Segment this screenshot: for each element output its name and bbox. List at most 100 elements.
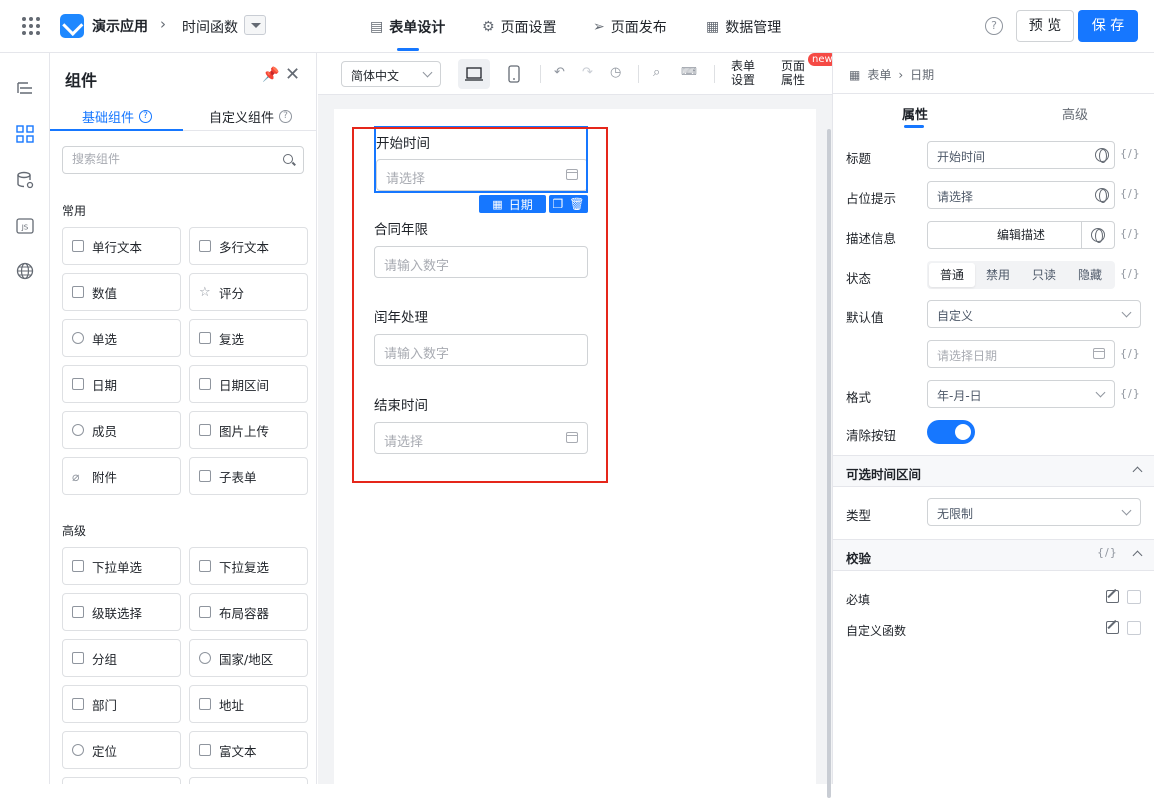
textarea-icon xyxy=(199,240,211,252)
search-icon[interactable]: ⌕ xyxy=(653,65,660,80)
title-input[interactable]: 开始时间 xyxy=(927,141,1115,169)
tab-custom-components[interactable]: 自定义组件? xyxy=(209,107,293,126)
globe-icon[interactable] xyxy=(1095,188,1109,203)
datasource-icon[interactable] xyxy=(15,170,35,190)
default-date-picker[interactable]: 请选择日期 xyxy=(927,340,1115,368)
columns-icon xyxy=(199,606,211,618)
component-department[interactable]: 部门 xyxy=(62,685,181,723)
edit-description-button[interactable]: 编辑描述 xyxy=(927,221,1115,249)
component-partial[interactable] xyxy=(62,777,181,784)
app-grid-icon[interactable] xyxy=(22,17,40,35)
help-icon: ? xyxy=(139,110,153,123)
component-rich-text[interactable]: 富文本 xyxy=(189,731,308,769)
redo-icon[interactable]: ↷ xyxy=(582,65,593,80)
pin-icon[interactable]: 📌 xyxy=(262,67,279,83)
form-settings-button[interactable]: 表单 设置 xyxy=(731,59,755,87)
placeholder-input[interactable]: 请选择 xyxy=(927,181,1115,209)
component-subform[interactable]: 子表单 xyxy=(189,457,308,495)
undo-icon[interactable]: ↶ xyxy=(554,65,565,80)
component-image-upload[interactable]: 图片上传 xyxy=(189,411,308,449)
outline-icon[interactable] xyxy=(15,79,35,99)
formula-icon[interactable]: {/} xyxy=(1120,147,1141,160)
component-search[interactable] xyxy=(62,146,304,174)
help-icon[interactable]: ? xyxy=(985,17,1003,35)
formula-icon[interactable]: {/} xyxy=(1120,387,1141,400)
mobile-view-button[interactable] xyxy=(498,59,530,89)
language-toggle[interactable] xyxy=(1081,222,1114,248)
page-dropdown-button[interactable] xyxy=(244,15,266,35)
page-name[interactable]: 时间函数 xyxy=(182,17,238,37)
subform-icon xyxy=(199,470,211,482)
component-number[interactable]: 数值 xyxy=(62,273,181,311)
type-select[interactable]: 无限制 xyxy=(927,498,1141,526)
component-single-line-text[interactable]: 单行文本 xyxy=(62,227,181,265)
component-group[interactable]: 分组 xyxy=(62,639,181,677)
tab-form-design[interactable]: ▤ 表单设计 xyxy=(370,17,445,37)
component-dropdown-single[interactable]: 下拉单选 xyxy=(62,547,181,585)
js-icon[interactable]: JS xyxy=(15,216,35,236)
state-normal[interactable]: 普通 xyxy=(929,263,975,287)
component-location[interactable]: 定位 xyxy=(62,731,181,769)
keyboard-icon[interactable]: ⌨ xyxy=(681,65,697,78)
components-icon[interactable] xyxy=(15,124,35,144)
formula-icon[interactable]: {/} xyxy=(1120,227,1141,240)
tab-data-management[interactable]: ▦ 数据管理 xyxy=(706,17,781,37)
custom-function-checkbox[interactable] xyxy=(1127,621,1141,635)
component-country-region[interactable]: 国家/地区 xyxy=(189,639,308,677)
tab-page-publish[interactable]: ➢ 页面发布 xyxy=(593,17,667,37)
component-search-input[interactable] xyxy=(72,152,272,166)
component-date-range[interactable]: 日期区间 xyxy=(189,365,308,403)
component-cascader[interactable]: 级联选择 xyxy=(62,593,181,631)
component-layout-container[interactable]: 布局容器 xyxy=(189,593,308,631)
formula-icon[interactable]: {/} xyxy=(1120,187,1141,200)
component-rating[interactable]: ☆ 评分 xyxy=(189,273,308,311)
edit-icon[interactable] xyxy=(1106,590,1119,603)
map-icon xyxy=(199,698,211,710)
desktop-view-button[interactable] xyxy=(458,59,490,89)
toolbar-divider xyxy=(638,65,639,83)
active-tab-indicator xyxy=(50,129,183,131)
state-hidden[interactable]: 隐藏 xyxy=(1067,263,1113,287)
globe-icon[interactable] xyxy=(15,261,35,281)
page-properties-button[interactable]: 页面 属性 xyxy=(781,59,805,87)
component-partial[interactable] xyxy=(189,777,308,784)
chevron-up-icon xyxy=(1132,550,1143,561)
history-icon[interactable]: ◷ xyxy=(610,65,621,80)
tab-basic-components[interactable]: 基础组件? xyxy=(82,107,153,126)
preview-button[interactable]: 预 览 xyxy=(1016,10,1074,42)
formula-icon[interactable]: {/} xyxy=(1120,347,1141,360)
component-address[interactable]: 地址 xyxy=(189,685,308,723)
tab-page-settings[interactable]: ⚙ 页面设置 xyxy=(482,17,557,37)
divider xyxy=(833,93,1154,94)
clear-button-toggle[interactable] xyxy=(927,420,975,444)
component-date[interactable]: 日期 xyxy=(62,365,181,403)
tab-properties[interactable]: 属性 xyxy=(902,104,928,123)
save-button[interactable]: 保 存 xyxy=(1078,10,1138,42)
formula-icon[interactable]: {/} xyxy=(1120,267,1141,280)
component-radio[interactable]: 单选 xyxy=(62,319,181,357)
language-select[interactable]: 简体中文 xyxy=(341,61,441,87)
help-icon: ? xyxy=(279,110,293,123)
edit-icon[interactable] xyxy=(1106,621,1119,634)
formula-icon[interactable]: {/} xyxy=(1097,546,1118,559)
default-value-select[interactable]: 自定义 xyxy=(927,300,1141,328)
earth-icon xyxy=(199,652,211,664)
component-dropdown-multi[interactable]: 下拉复选 xyxy=(189,547,308,585)
state-readonly[interactable]: 只读 xyxy=(1021,263,1067,287)
range-section-header[interactable]: 可选时间区间 xyxy=(833,455,1154,487)
required-checkbox[interactable] xyxy=(1127,590,1141,604)
component-member[interactable]: 成员 xyxy=(62,411,181,449)
number-icon xyxy=(72,286,84,298)
close-icon[interactable]: ✕ xyxy=(285,64,300,85)
highlight-annotation-box xyxy=(352,127,608,483)
format-select[interactable]: 年-月-日 xyxy=(927,380,1115,408)
globe-icon[interactable] xyxy=(1095,148,1109,163)
canvas-scrollbar[interactable] xyxy=(827,129,831,798)
component-checkbox[interactable]: 复选 xyxy=(189,319,308,357)
component-attachment[interactable]: ⌀ 附件 xyxy=(62,457,181,495)
validation-section-header[interactable]: 校验 {/} xyxy=(833,539,1154,571)
state-disabled[interactable]: 禁用 xyxy=(975,263,1021,287)
component-multi-line-text[interactable]: 多行文本 xyxy=(189,227,308,265)
tab-advanced[interactable]: 高级 xyxy=(1062,104,1088,123)
app-name[interactable]: 演示应用 xyxy=(92,16,148,36)
